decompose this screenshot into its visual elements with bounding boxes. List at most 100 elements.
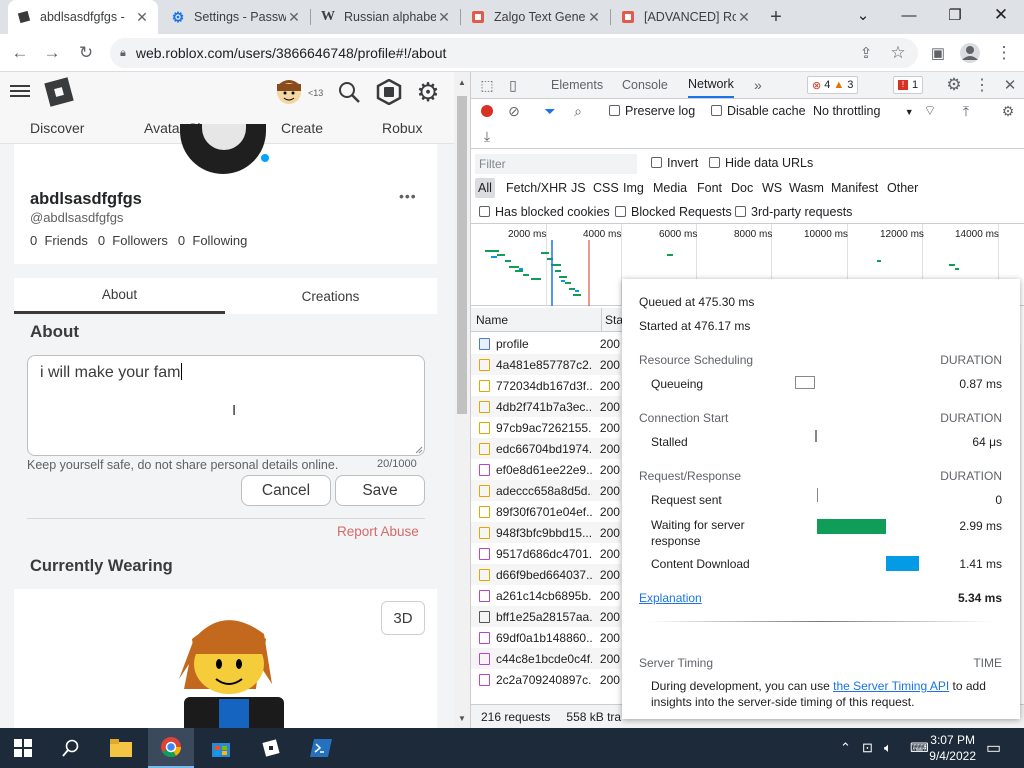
request-row[interactable]: 69df0a1b148860... 200	[471, 627, 621, 648]
tab-console[interactable]: Console	[622, 72, 668, 98]
devtools-close-icon[interactable]: ✕	[999, 74, 1021, 96]
type-font[interactable]: Font	[697, 181, 722, 195]
type-img[interactable]: Img	[623, 181, 644, 195]
preserve-log-checkbox[interactable]: Preserve log	[609, 104, 695, 118]
hide-data-urls-checkbox[interactable]: Hide data URLs	[709, 156, 813, 170]
toggle-3d-button[interactable]: 3D	[381, 601, 425, 635]
avatar[interactable]	[180, 124, 266, 174]
cancel-button[interactable]: Cancel	[241, 475, 331, 506]
request-row[interactable]: edc66704bd1974... 200	[471, 438, 621, 459]
inspect-element-icon[interactable]: ⬚	[477, 75, 497, 95]
request-row[interactable]: 4a481e857787c2... 200	[471, 354, 621, 375]
type-css[interactable]: CSS	[593, 181, 619, 195]
address-bar[interactable]: 🔒︎ web.roblox.com/users/3866646748/profi…	[110, 38, 918, 68]
type-other[interactable]: Other	[887, 181, 918, 195]
server-timing-api-link[interactable]: the Server Timing API	[833, 679, 949, 693]
followers-stat[interactable]: 0 Followers	[98, 233, 168, 248]
filter-input[interactable]: Filter	[475, 154, 637, 174]
save-button[interactable]: Save	[335, 475, 425, 506]
ime-icon[interactable]: ⌨	[910, 740, 929, 756]
share-icon[interactable]: ⇪	[852, 39, 880, 67]
tab-zalgo[interactable]: Zalgo Text Gene ✕	[462, 0, 610, 34]
tab-creations[interactable]: Creations	[225, 278, 436, 314]
window-close-icon[interactable]: ✕	[978, 0, 1024, 30]
tray-chevron-icon[interactable]: ⌃	[840, 740, 851, 756]
avatar-headshot-icon[interactable]	[275, 78, 303, 106]
page-scrollbar[interactable]: ▲ ▼	[454, 72, 470, 728]
taskbar-clock[interactable]: 3:07 PM 9/4/2022	[929, 732, 976, 764]
search-icon[interactable]	[48, 728, 94, 768]
explanation-link[interactable]: Explanation	[639, 591, 702, 605]
type-all[interactable]: All	[478, 181, 492, 195]
back-arrow-icon[interactable]: ←	[6, 39, 34, 67]
nav-create[interactable]: Create	[281, 120, 323, 136]
powershell-icon[interactable]	[298, 728, 344, 768]
request-row[interactable]: 2c2a709240897c... 200	[471, 669, 621, 690]
nav-discover[interactable]: Discover	[30, 120, 84, 136]
close-icon[interactable]: ✕	[134, 9, 150, 26]
type-ws[interactable]: WS	[762, 181, 782, 195]
import-har-icon[interactable]: ⤒	[957, 102, 975, 120]
robux-icon[interactable]	[375, 78, 403, 106]
maximize-icon[interactable]: ❐	[932, 0, 978, 30]
tab-network[interactable]: Network	[688, 72, 734, 98]
type-js[interactable]: JS	[571, 181, 586, 195]
clear-icon[interactable]: ⊘	[505, 102, 523, 120]
request-row[interactable]: d66f9bed664037... 200	[471, 564, 621, 585]
request-row[interactable]: bff1e25a28157aa... 200	[471, 606, 621, 627]
notification-center-icon[interactable]: ▭	[986, 738, 1001, 758]
kebab-menu-icon[interactable]: ⋮	[990, 39, 1018, 67]
search-icon[interactable]	[335, 78, 363, 106]
windows-start-icon[interactable]	[0, 728, 46, 768]
export-har-icon[interactable]: ⤓	[479, 127, 495, 145]
type-media[interactable]: Media	[653, 181, 687, 195]
tab-search-chevron-icon[interactable]: ⌄	[840, 0, 886, 30]
settings-gear-icon[interactable]: ⚙	[414, 77, 442, 107]
blocked-requests-checkbox[interactable]: Blocked Requests	[615, 205, 732, 219]
request-row[interactable]: a261c14cb6895b... 200	[471, 585, 621, 606]
tab-settings[interactable]: ⚙ Settings - Passw ✕	[162, 0, 310, 34]
network-icon[interactable]: ⊡	[862, 740, 873, 756]
request-row[interactable]: adeccc658a8d5d... 200	[471, 480, 621, 501]
request-row[interactable]: 89f30f6701e04ef... 200	[471, 501, 621, 522]
tab-about[interactable]: About	[14, 278, 225, 314]
request-row[interactable]: 97cb9ac7262155... 200	[471, 417, 621, 438]
friends-stat[interactable]: 0 Friends	[30, 233, 88, 248]
volume-icon[interactable]: 🔈︎	[884, 740, 892, 756]
request-row[interactable]: ef0e8d61ee22e9... 200	[471, 459, 621, 480]
more-tabs-icon[interactable]: »	[754, 72, 762, 98]
close-icon[interactable]: ✕	[286, 9, 302, 26]
record-icon[interactable]	[479, 102, 495, 120]
issues-badge[interactable]: ! 1	[893, 76, 924, 94]
report-abuse-link[interactable]: Report Abuse	[337, 524, 419, 539]
request-row[interactable]: 4db2f741b7a3ec... 200	[471, 396, 621, 417]
tab-advanced[interactable]: [ADVANCED] Ro ✕	[612, 0, 760, 34]
tab-roblox-profile[interactable]: abdlsasdfgfgs - ✕	[8, 0, 158, 34]
network-conditions-icon[interactable]: ⌔	[921, 102, 939, 120]
star-icon[interactable]: ☆	[884, 39, 912, 67]
network-settings-icon[interactable]: ⚙	[999, 102, 1017, 120]
device-toolbar-icon[interactable]: ▯	[503, 75, 523, 95]
devtools-settings-icon[interactable]: ⚙	[943, 74, 965, 96]
minimize-icon[interactable]: —	[886, 0, 932, 30]
about-textarea[interactable]: i will make your fam I	[27, 355, 425, 456]
new-tab-button[interactable]: +	[762, 3, 790, 31]
devtools-menu-icon[interactable]: ⋮	[971, 74, 993, 96]
request-row[interactable]: c44c8e1bcde0c4f... 200	[471, 648, 621, 669]
type-doc[interactable]: Doc	[731, 181, 753, 195]
file-explorer-icon[interactable]	[98, 728, 144, 768]
profile-avatar-icon[interactable]	[956, 39, 984, 67]
type-wasm[interactable]: Wasm	[789, 181, 824, 195]
request-row[interactable]: 9517d686dc4701... 200	[471, 543, 621, 564]
console-badges[interactable]: ⊗ 4 ▲ 3	[807, 76, 859, 94]
reload-icon[interactable]: ↻	[72, 39, 100, 67]
close-icon[interactable]: ✕	[436, 9, 452, 26]
filter-icon[interactable]: ⏷	[541, 102, 559, 120]
invert-checkbox[interactable]: Invert	[651, 156, 698, 170]
request-row[interactable]: profile 200	[471, 333, 621, 354]
nav-robux[interactable]: Robux	[382, 120, 422, 136]
type-fetch-xhr[interactable]: Fetch/XHR	[506, 181, 567, 195]
roblox-logo[interactable]	[44, 77, 74, 107]
resize-handle-icon[interactable]	[415, 446, 423, 454]
search-icon[interactable]: ⌕	[569, 102, 587, 120]
